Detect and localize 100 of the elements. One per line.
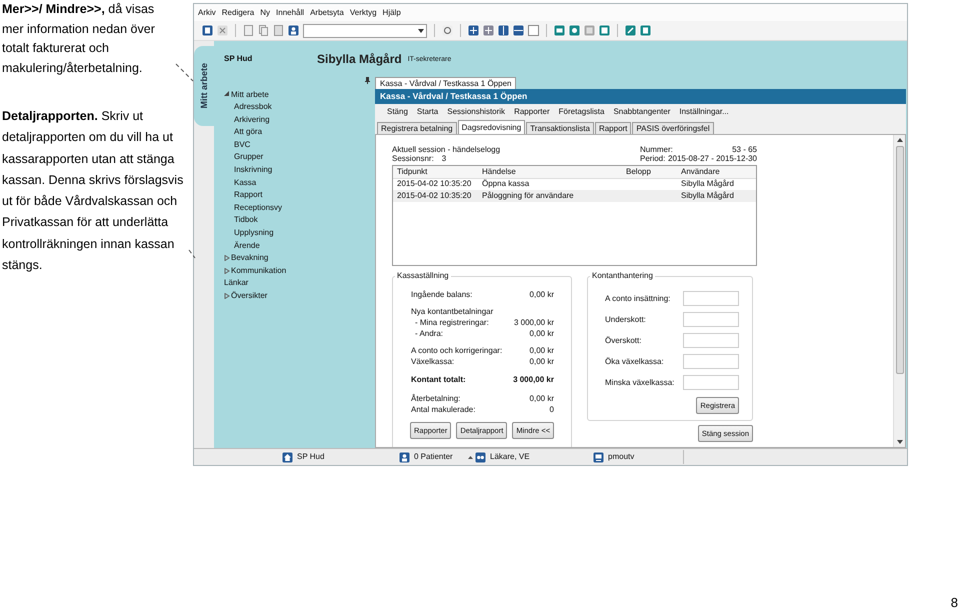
caret-up-icon[interactable] [468,456,473,458]
grid-icon[interactable] [468,25,479,36]
tree-item[interactable]: BVC [234,140,250,150]
field-value: 0,00 kr [530,290,554,300]
menu-item[interactable]: Snabbtangenter [613,107,670,117]
field-label: Öka växelkassa: [605,356,664,366]
column-header[interactable]: Användare [677,166,756,178]
tree-item[interactable]: Upplysning [234,228,274,238]
status-text: pmoutv [608,452,634,462]
field-value: 0,00 kr [530,356,554,366]
annotation-paragraph: Detaljrapporten. Skriv ut detaljrapporten om du vill ha ut kassarapporten utan att stänga kassan. Denna skrivs förslagsvis ut för både Vårdvalskassan och Privatkassan för att underlätta kontrollräkningen innan kassan stängs. [2,108,184,274]
tab[interactable]: Registrera betalning [377,122,457,134]
grid-icon[interactable] [483,25,494,36]
page-icon[interactable] [273,25,284,36]
monitor-icon[interactable] [593,452,604,462]
columns-icon[interactable] [498,25,509,36]
scrollbar-thumb[interactable] [896,146,904,374]
amount-field[interactable] [683,333,739,348]
tree-arrow-icon[interactable] [224,292,230,299]
table-cell: Sibylla Mågård [681,191,734,200]
pen-icon[interactable] [625,25,636,36]
field-label: Nummer: [640,145,673,154]
leader-line [188,250,196,258]
page-icon[interactable] [243,25,254,36]
menu-item[interactable]: Ny [260,8,270,18]
tree-item[interactable]: Arkivering [234,114,270,124]
tab[interactable]: PASIS överföringsfel [632,122,714,134]
group-title: Kassaställning [395,271,451,281]
menu-item[interactable]: Arkiv [198,8,216,18]
tree-item[interactable]: Länkar [224,278,248,288]
menu-item[interactable]: Inställningar... [679,107,729,117]
tree-arrow-icon[interactable] [224,255,230,262]
menu-item[interactable]: Stäng [387,107,408,117]
window-icon[interactable] [528,25,539,36]
amount-field[interactable] [683,312,739,327]
menu-item[interactable]: Innehåll [276,8,304,18]
tab[interactable]: Dagsredovisning [458,120,526,134]
tree-item[interactable]: Rapport [234,190,262,200]
amount-field[interactable] [683,291,739,306]
table-cell: 2015-04-02 10:35:20 [397,191,472,200]
side-tab[interactable]: Mitt arbete [194,46,214,126]
pages-icon[interactable] [258,25,269,36]
field-label: A conto och korrigeringar: [411,346,502,356]
scroll-down-icon[interactable] [896,440,902,444]
tree-item[interactable]: Grupper [234,152,264,162]
field-label: Minska växelkassa: [605,378,674,388]
tree-arrow-icon[interactable] [224,91,230,98]
group-title: Kontanthantering [590,271,655,281]
tree-item[interactable]: Inskrivning [234,165,272,175]
tree-arrow-icon[interactable] [224,268,230,274]
amount-field[interactable] [683,354,739,369]
tree-item[interactable]: Receptionsvy [234,202,282,212]
menu-item[interactable]: Arbetsyta [310,8,344,18]
caret-icon [418,28,424,32]
rows-icon[interactable] [513,25,524,36]
dropdown-field[interactable] [303,24,427,38]
field-label: Kontant totalt: [411,375,466,385]
field-label: - Andra: [415,328,444,338]
menu-item[interactable]: Redigera [222,8,254,18]
tree-item[interactable]: Att göra [234,127,262,137]
tree-item[interactable]: Ärende [234,240,260,250]
tree-item[interactable]: Kommunikation [231,266,286,276]
field-value: 3 000,00 kr [513,375,554,385]
field-label: - Mina registreringar: [415,318,489,328]
tree-item[interactable]: Bevakning [231,253,268,263]
column-header[interactable]: Händelse [478,166,622,178]
tab[interactable]: Rapport [594,122,632,134]
status-text: Läkare, VE [490,452,530,462]
menu-item[interactable]: Starta [416,107,438,117]
scrollbar[interactable] [893,135,905,447]
field-label: Ingående balans: [411,290,472,300]
tree-item[interactable]: Översikter [231,291,268,301]
column-header[interactable]: Tidpunkt [393,166,478,178]
window-tab[interactable]: Kassa - Vårdval / Testkassa 1 Öppen [375,77,516,89]
status-text: SP Hud [297,452,324,462]
glasses-icon[interactable] [475,452,486,462]
field-value: 2015-08-27 - 2015-12-30 [668,154,757,163]
tree-item[interactable]: Mitt arbete [231,90,269,100]
amount-field[interactable] [683,375,739,390]
tree-item[interactable]: Kassa [234,178,256,188]
person-icon[interactable] [288,25,299,36]
menu-item[interactable]: Rapporter [514,107,550,117]
menu-item[interactable]: Företagslista [558,107,604,117]
tree-item[interactable]: Adressbok [234,102,272,112]
field-label: Antal makulerade: [411,404,476,414]
field-label: A conto insättning: [605,294,670,304]
home-icon[interactable] [282,452,293,462]
table-cell: Sibylla Mågård [681,179,734,188]
menu-item[interactable]: Verktyg [350,8,377,18]
person-icon[interactable] [399,452,410,462]
field-value: 0,00 kr [530,394,554,404]
field-value: 53 - 65 [732,145,757,154]
close-document-icon[interactable] [217,25,228,36]
pin-icon[interactable] [365,77,370,84]
column-header[interactable]: Belopp [622,166,677,178]
scroll-up-icon[interactable] [896,138,902,142]
tab[interactable]: Transaktionslista [526,122,594,134]
menu-item[interactable]: Hjälp [382,8,401,18]
menu-item[interactable]: Sessionshistorik [447,107,506,117]
tree-item[interactable]: Tidbok [234,215,258,226]
